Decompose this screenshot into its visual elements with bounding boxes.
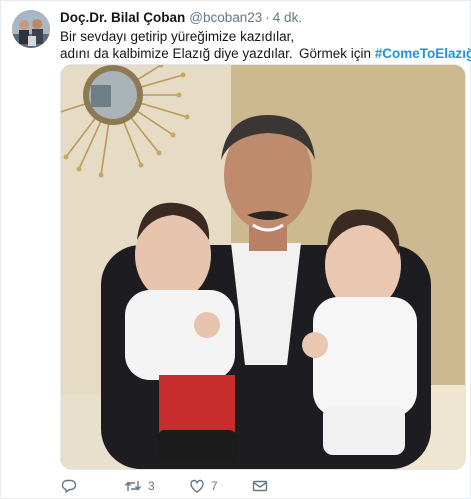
tweet-photo[interactable] [60, 64, 466, 470]
heart-icon [190, 479, 204, 493]
tweet-text: Bir sevdayı getirip yüreğimize kazıdılar… [60, 28, 471, 62]
photo-image [61, 65, 465, 469]
tweet-card[interactable]: Doç.Dr. Bilal Çoban @bcoban23 · 4 dk. Bir s… [0, 0, 471, 499]
tweet-timestamp[interactable]: 4 dk. [273, 10, 302, 25]
tweet-header: Doç.Dr. Bilal Çoban @bcoban23 · 4 dk. [60, 10, 460, 26]
envelope-icon [252, 480, 268, 492]
author-handle[interactable]: @bcoban23 [189, 10, 262, 25]
direct-message-button[interactable] [252, 476, 268, 496]
like-count: 7 [211, 479, 218, 493]
author-name[interactable]: Doç.Dr. Bilal Çoban [60, 10, 185, 25]
retweet-count: 3 [148, 479, 155, 493]
reply-icon [61, 479, 77, 493]
tweet-text-line-1: Bir sevdayı getirip yüreğimize kazıdılar… [60, 29, 295, 44]
tweet-actions: 3 7 [61, 476, 461, 496]
avatar[interactable] [12, 10, 50, 48]
avatar-image [12, 10, 50, 48]
tweet-text-line-2-row: adını da kalbimize Elazığ diye yazdılar.… [60, 45, 471, 62]
tweet-text-tail-label: Görmek için [299, 46, 372, 61]
reply-button[interactable] [61, 476, 77, 496]
separator-dot: · [265, 10, 270, 25]
retweet-button[interactable]: 3 [124, 476, 155, 496]
like-button[interactable]: 7 [189, 476, 218, 496]
tweet-text-tail: Görmek için #ComeToElazığ [299, 45, 471, 62]
tweet-text-line-2: adını da kalbimize Elazığ diye yazdılar. [60, 46, 293, 61]
hashtag-link[interactable]: #ComeToElazığ [375, 46, 471, 61]
retweet-icon [124, 481, 142, 491]
